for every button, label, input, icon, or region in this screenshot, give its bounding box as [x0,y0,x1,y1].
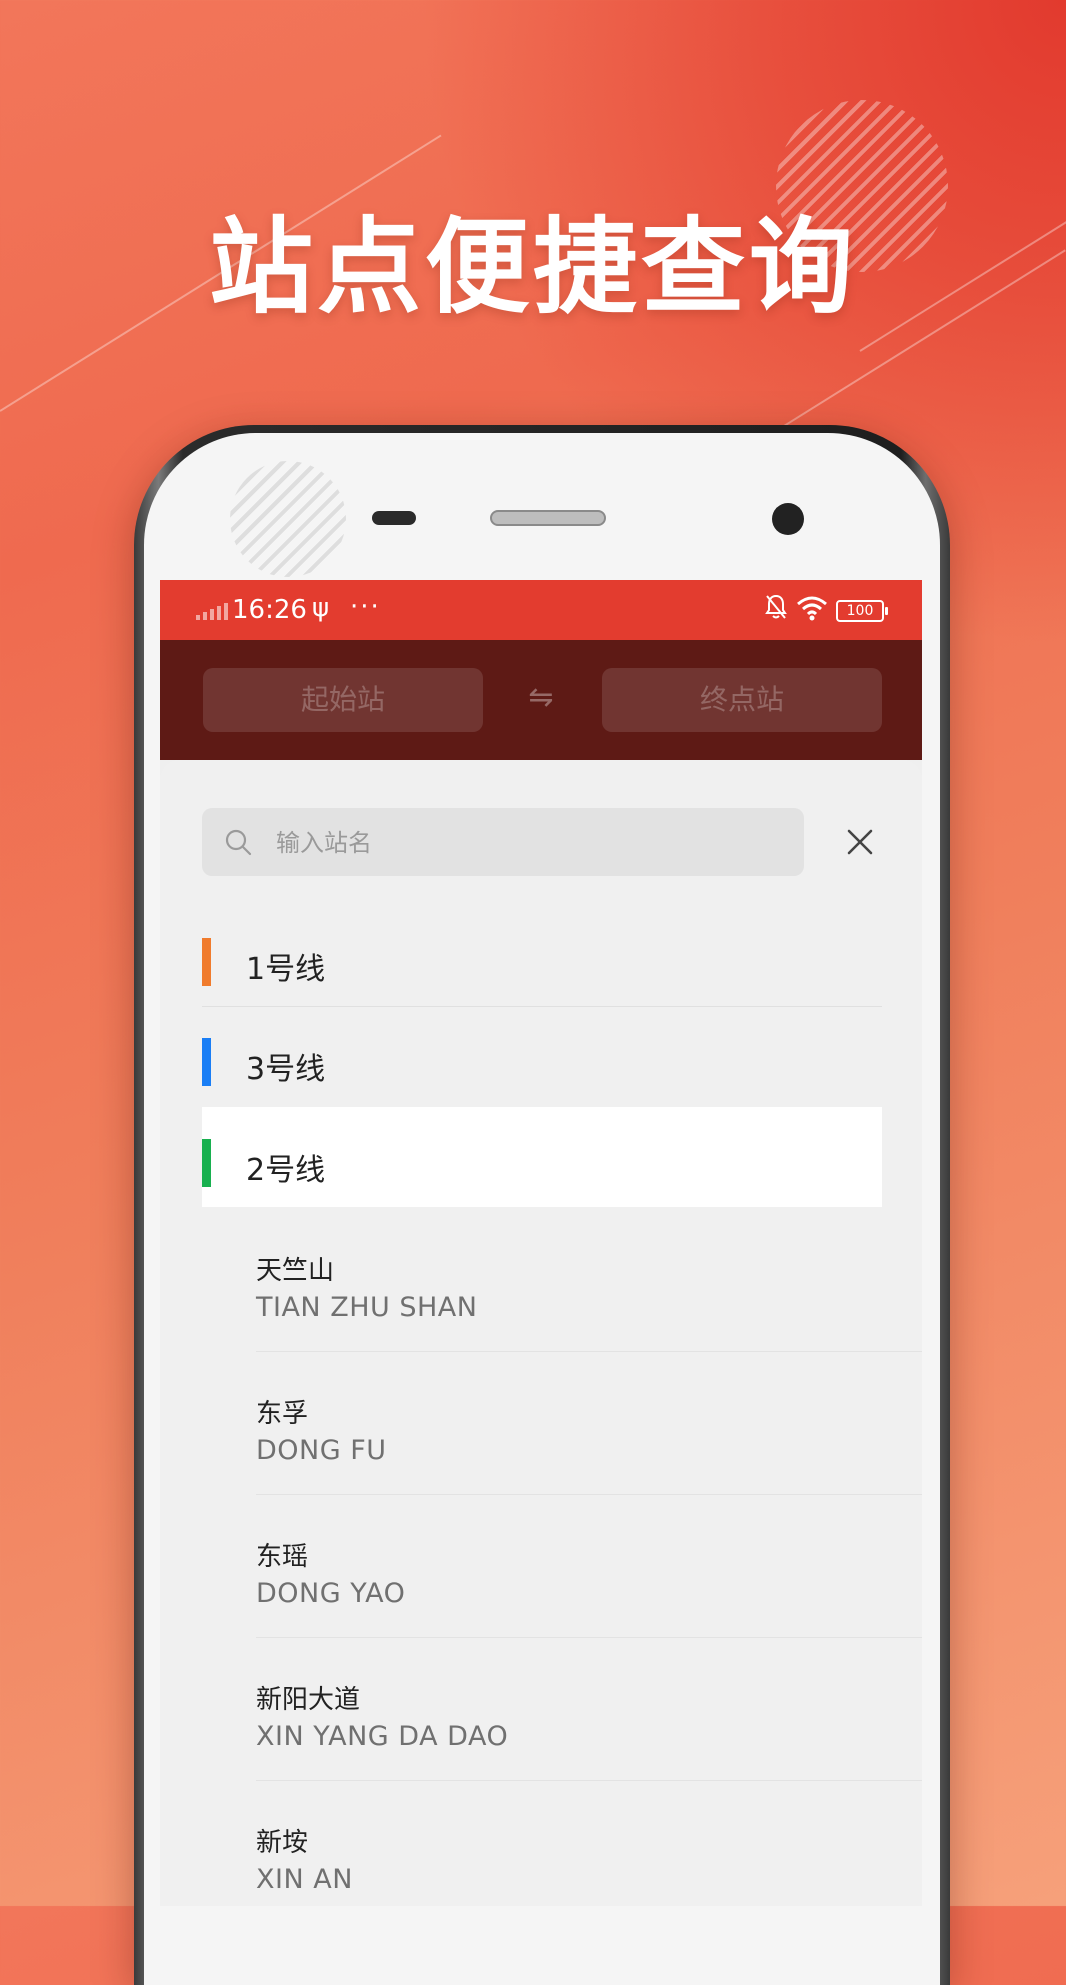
station-name: 天竺山 [256,1256,335,1286]
search-box[interactable] [202,808,804,878]
station-picker-sheet: 1号线 3号线 2号线 天竺山 TIAN ZHU SHAN 东孚 DONG FU… [160,760,922,1906]
line-color-bar [202,938,211,986]
station-item[interactable]: 新垵 XIN AN [256,1780,922,1906]
proximity-sensor [372,511,416,525]
search-input[interactable] [274,808,788,878]
station-item[interactable]: 东瑶 DONG YAO [256,1494,922,1638]
station-pinyin: DONG YAO [256,1578,406,1609]
start-station-button[interactable]: 起始站 [203,668,483,732]
battery-icon: 100 [836,600,888,622]
station-pinyin: TIAN ZHU SHAN [256,1292,478,1323]
line-item-3[interactable]: 3号线 [202,1006,882,1106]
end-station-button[interactable]: 终点站 [602,668,882,732]
station-pinyin: DONG FU [256,1435,387,1466]
line-color-bar [202,1038,211,1086]
status-bar: 16:26 ψ ··· 100 [160,580,922,640]
bell-muted-icon [765,594,787,619]
front-camera [772,503,804,535]
station-pinyin: XIN AN [256,1864,353,1895]
app-screen: 16:26 ψ ··· 100 起始站 ⇋ 终点站 输入站名 1号线 3号线 2… [160,580,922,1906]
station-name: 新阳大道 [256,1685,361,1715]
earpiece-speaker [490,510,606,526]
line-item-1[interactable]: 1号线 [202,906,882,1007]
station-item[interactable]: 天竺山 TIAN ZHU SHAN [256,1208,922,1352]
search-icon [225,829,252,856]
station-item[interactable]: 新阳大道 XIN YANG DA DAO [256,1637,922,1781]
status-time: 16:26 [232,595,307,625]
station-pinyin: XIN YANG DA DAO [256,1721,509,1752]
route-selector-bar: 起始站 ⇋ 终点站 [160,640,922,760]
more-notifications-icon: ··· [350,592,381,622]
line-label: 3号线 [246,1052,326,1087]
line-item-2[interactable]: 2号线 [202,1107,882,1207]
station-name: 东瑶 [256,1542,309,1572]
decorative-hatch-circle [230,461,346,577]
signal-icon [196,602,228,620]
line-label: 2号线 [246,1153,326,1188]
station-name: 新垵 [256,1828,309,1858]
line-label: 1号线 [246,952,326,987]
swap-icon[interactable]: ⇋ [522,680,560,716]
station-item[interactable]: 东孚 DONG FU [256,1351,922,1495]
line-color-bar [202,1139,211,1187]
wifi-icon [797,596,827,621]
usb-icon: ψ [312,593,330,623]
promo-headline: 站点便捷查询 [208,206,857,328]
station-name: 东孚 [256,1399,309,1429]
close-icon[interactable] [840,822,880,862]
